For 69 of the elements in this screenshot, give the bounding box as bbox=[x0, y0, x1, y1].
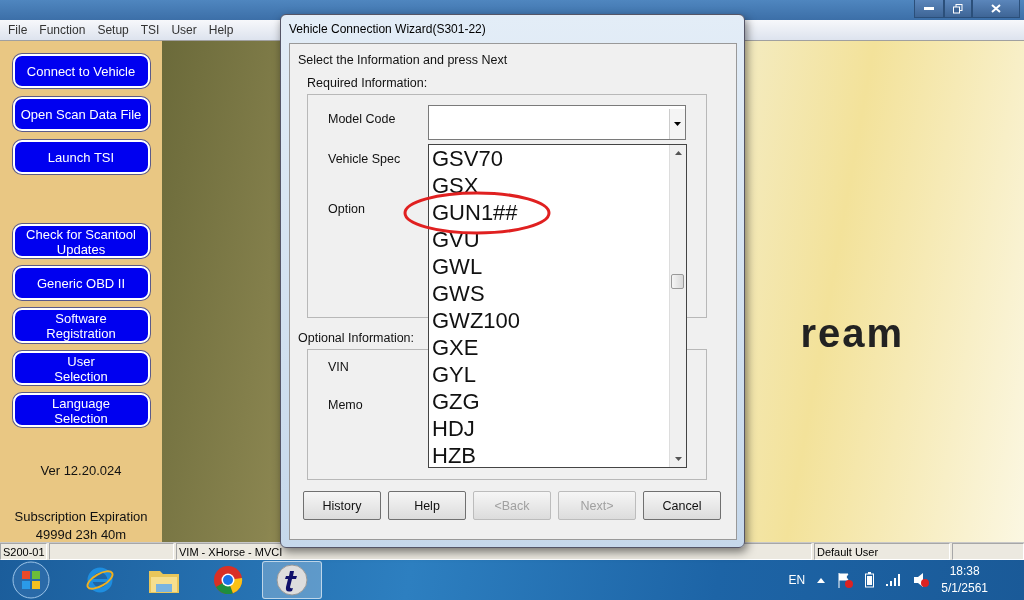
menu-item[interactable]: User bbox=[165, 23, 203, 37]
close-icon bbox=[991, 4, 1001, 13]
list-item[interactable]: HDJ bbox=[429, 415, 669, 442]
restore-icon bbox=[953, 3, 963, 14]
field-label: VIN bbox=[328, 360, 349, 374]
up-arrow-icon[interactable] bbox=[817, 577, 826, 583]
sidebar-button[interactable]: Launch TSI bbox=[12, 140, 150, 174]
list-item[interactable]: GSX bbox=[429, 172, 669, 199]
model-code-combo[interactable] bbox=[428, 105, 686, 140]
signal-icon[interactable] bbox=[886, 574, 902, 586]
list-item[interactable]: GUN1## bbox=[429, 199, 669, 226]
dialog-button[interactable]: Help bbox=[388, 491, 466, 520]
scrollbar[interactable] bbox=[669, 145, 686, 467]
sidebar-button[interactable]: Software Registration bbox=[12, 308, 150, 343]
list-item[interactable]: GWL bbox=[429, 253, 669, 280]
list-item[interactable]: HZB bbox=[429, 442, 669, 469]
sidebar-button[interactable]: Language Selection bbox=[12, 392, 150, 427]
subscription-remaining: 4999d 23h 40m bbox=[35, 527, 127, 542]
restore-button[interactable] bbox=[944, 0, 972, 18]
menu-item[interactable]: Setup bbox=[91, 23, 135, 37]
sidebar-button[interactable]: Connect to Vehicle bbox=[12, 54, 150, 88]
field-label: Model Code bbox=[328, 112, 396, 126]
clock-time[interactable]: 18:38 bbox=[949, 563, 980, 580]
scroll-up-icon[interactable] bbox=[674, 151, 682, 155]
dialog-button[interactable]: History bbox=[303, 491, 381, 520]
list-item[interactable]: GYL bbox=[429, 361, 669, 388]
language-indicator[interactable]: EN bbox=[788, 573, 806, 587]
sidebar-button[interactable]: Open Scan Data File bbox=[12, 97, 150, 131]
dialog-title: Vehicle Connection Wizard(S301-22) bbox=[289, 21, 487, 38]
list-item[interactable]: GWZ100 bbox=[429, 307, 669, 334]
scrollbar-thumb[interactable] bbox=[671, 274, 684, 289]
menu-item[interactable]: File bbox=[2, 23, 34, 37]
menu-item[interactable]: TSI bbox=[134, 23, 166, 37]
status-pane: Default User bbox=[814, 543, 950, 560]
scroll-down-icon[interactable] bbox=[674, 457, 682, 461]
dialog-button[interactable]: Cancel bbox=[643, 491, 721, 520]
taskbar-app[interactable] bbox=[262, 561, 322, 599]
minimize-button[interactable] bbox=[914, 0, 944, 18]
list-item[interactable]: GWS bbox=[429, 280, 669, 307]
list-item[interactable]: GZG bbox=[429, 388, 669, 415]
logo-text: ream bbox=[800, 311, 904, 356]
flag-icon[interactable] bbox=[837, 572, 854, 588]
list-item[interactable]: GXE bbox=[429, 334, 669, 361]
instruction-text: Select the Information and press Next bbox=[298, 53, 509, 67]
t-logo-icon bbox=[276, 564, 308, 596]
status-pane bbox=[952, 543, 1024, 560]
speaker-muted-icon[interactable] bbox=[913, 572, 930, 588]
dropdown-caret-icon bbox=[674, 122, 681, 126]
clock-date[interactable]: 5/1/2561 bbox=[941, 580, 988, 597]
field-label: Option bbox=[328, 202, 365, 216]
list-item[interactable]: GSV70 bbox=[429, 145, 669, 172]
field-label: Vehicle Spec bbox=[328, 152, 401, 166]
menu-item[interactable]: Function bbox=[33, 23, 92, 37]
sidebar-button[interactable]: Generic OBD II bbox=[12, 266, 150, 301]
browser-e-icon bbox=[85, 565, 115, 595]
close-button[interactable] bbox=[972, 0, 1020, 18]
chrome-icon bbox=[213, 565, 243, 595]
sidebar-button[interactable]: User Selection bbox=[12, 350, 150, 385]
status-pane: S200-01 bbox=[0, 543, 47, 560]
battery-icon[interactable] bbox=[865, 572, 875, 588]
subscription-label: Subscription Expiration bbox=[14, 509, 148, 524]
field-label: Memo bbox=[328, 398, 363, 412]
minimize-icon bbox=[924, 6, 934, 11]
menu-item[interactable]: Help bbox=[202, 23, 240, 37]
group-label: Required Information: bbox=[307, 76, 429, 90]
sidebar-button[interactable]: Check for Scantool Updates bbox=[12, 224, 150, 259]
start-orb-icon[interactable] bbox=[12, 561, 50, 599]
version-text: Ver 12.20.024 bbox=[40, 463, 122, 478]
group-label: Optional Information: bbox=[298, 331, 416, 345]
